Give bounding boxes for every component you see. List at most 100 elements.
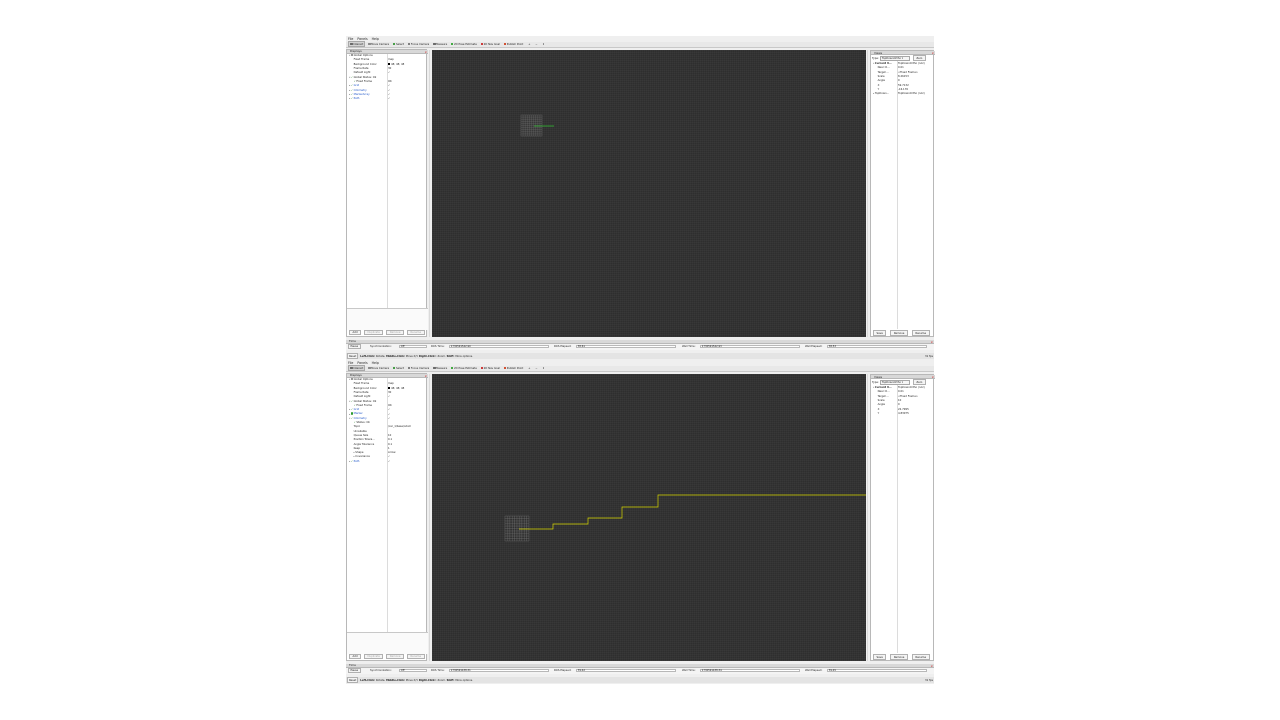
wall-time-field[interactable]: 1730591542.93	[700, 344, 800, 349]
ros-time-field[interactable]: 1730591542.90	[449, 344, 549, 349]
menu-panels[interactable]: Panels	[357, 37, 367, 41]
tree-value[interactable]: 10	[388, 434, 391, 437]
tool-options-icon[interactable]: ↕	[541, 42, 546, 46]
tree-value[interactable]: 1	[388, 447, 390, 450]
tool-measure[interactable]: Measure	[432, 366, 448, 370]
tree-value[interactable]: ✓	[388, 93, 390, 96]
tree-value[interactable]: Arrow	[388, 451, 396, 454]
rename-display-button[interactable]: Rename	[406, 329, 425, 336]
tree-value[interactable]: TopDownOrtho (rviz)	[898, 386, 925, 389]
add-tool-icon[interactable]: +	[527, 366, 532, 370]
tree-value[interactable]: 10	[898, 399, 901, 402]
sync-select[interactable]: Off	[399, 668, 427, 673]
duplicate-display-button[interactable]: Duplicate	[364, 329, 384, 336]
tree-value[interactable]: 48; 48; 48	[388, 386, 404, 390]
tree-value[interactable]: map	[388, 58, 394, 61]
tree-value[interactable]: ✓	[388, 395, 390, 398]
tool-interact[interactable]: Interact	[348, 41, 366, 47]
reset-button[interactable]: Reset	[347, 353, 359, 359]
add-display-button[interactable]: Add	[349, 329, 362, 336]
tool-interact[interactable]: Interact	[348, 365, 366, 371]
tree-value[interactable]: 30	[388, 67, 391, 70]
tree-value[interactable]: TopDownOrtho (rviz)	[898, 62, 925, 65]
tool-publish-point[interactable]: Publish Point	[503, 366, 525, 370]
tool-options-icon[interactable]: ↕	[541, 366, 546, 370]
menu-help[interactable]: Help	[372, 37, 379, 41]
right-splitter[interactable]	[867, 50, 868, 337]
tree-value[interactable]: <Fixed Frame>	[898, 395, 918, 398]
tree-value[interactable]: 0.01	[898, 66, 904, 69]
tool-camera[interactable]: Move Camera	[367, 366, 390, 370]
menu-help[interactable]: Help	[372, 361, 379, 365]
tool-pose-estimate[interactable]: 2D Pose Estimate	[450, 366, 478, 370]
wall-time-field[interactable]: 1730591438.34	[700, 668, 800, 673]
tree-value[interactable]: OK	[388, 404, 392, 407]
view-type-select[interactable]: TopDownOrtho ▾	[879, 379, 910, 385]
tool-measure[interactable]: Measure	[432, 42, 448, 46]
remove-tool-icon[interactable]: −	[534, 42, 539, 46]
save-view-button[interactable]: Save	[873, 330, 887, 336]
tool-publish-point[interactable]: Publish Point	[503, 42, 525, 46]
tree-value[interactable]: ✓	[388, 455, 390, 458]
tree-row[interactable]: Y 4.83075	[871, 411, 935, 415]
tool-select[interactable]: Select	[392, 42, 405, 46]
tree-value[interactable]: <Fixed Frame>	[898, 71, 918, 74]
tree-row[interactable]: ▸TopDown... TopDownOrtho (rviz)	[871, 92, 935, 96]
close-icon[interactable]: ×	[931, 375, 934, 379]
ros-time-field[interactable]: 1730591438.31	[449, 668, 549, 673]
tool-nav-goal[interactable]: 2D Nav Goal	[479, 366, 501, 370]
pause-button[interactable]: Pause	[348, 667, 361, 674]
tree-value[interactable]: 0.1	[388, 443, 392, 446]
tool-focus[interactable]: Focus Camera	[407, 42, 431, 46]
ros-elapsed-field[interactable]: 38.61	[576, 344, 676, 349]
left-splitter[interactable]	[428, 50, 430, 337]
remove-display-button[interactable]: Remove	[386, 653, 404, 660]
tree-value[interactable]: 59.7132	[898, 84, 909, 87]
remove-view-button[interactable]: Remove	[890, 654, 908, 660]
tree-value[interactable]: 0.1	[388, 438, 392, 441]
tree-value[interactable]: ✓	[388, 84, 390, 87]
tree-value[interactable]: 0	[898, 403, 900, 406]
tool-select[interactable]: Select	[392, 366, 405, 370]
tree-value[interactable]: ✓	[388, 417, 390, 420]
ros-elapsed-field[interactable]: 39.42	[576, 668, 676, 673]
add-tool-icon[interactable]: +	[527, 42, 532, 46]
view-type-select[interactable]: TopDownOrtho ▾	[879, 55, 910, 61]
tree-value[interactable]: /car_1/base/odom	[388, 425, 411, 428]
pause-button[interactable]: Pause	[348, 343, 361, 350]
zero-button[interactable]: Zero	[912, 379, 926, 386]
tool-pose-estimate[interactable]: 2D Pose Estimate	[450, 42, 478, 46]
wall-elapsed-field[interactable]: 39.45	[827, 668, 927, 673]
rename-display-button[interactable]: Rename	[406, 653, 425, 660]
tree-value[interactable]: map	[388, 382, 394, 385]
tree-value[interactable]: 8.26153	[898, 75, 909, 78]
rename-view-button[interactable]: Rename	[911, 330, 930, 336]
tree-row[interactable]: ▸✓Path ✓	[347, 96, 428, 100]
tree-value[interactable]: ✓	[388, 460, 390, 463]
add-display-button[interactable]: Add	[349, 653, 362, 660]
tree-value[interactable]: ✓	[388, 71, 390, 74]
tree-value[interactable]: -16.176	[898, 88, 908, 91]
close-icon[interactable]: ×	[931, 51, 934, 55]
right-splitter[interactable]	[867, 374, 868, 661]
duplicate-display-button[interactable]: Duplicate	[364, 653, 384, 660]
tree-value[interactable]: OK	[388, 80, 392, 83]
tool-nav-goal[interactable]: 2D Nav Goal	[479, 42, 501, 46]
tool-focus[interactable]: Focus Camera	[407, 366, 431, 370]
remove-tool-icon[interactable]: −	[534, 366, 539, 370]
tree-value[interactable]: 48; 48; 48	[388, 62, 404, 66]
tree-row[interactable]: ▸✓Path ✓	[347, 459, 428, 463]
tool-camera[interactable]: Move Camera	[367, 42, 390, 46]
render-viewport[interactable]	[431, 50, 866, 337]
remove-view-button[interactable]: Remove	[890, 330, 908, 336]
tree-value[interactable]: ✓	[388, 97, 390, 100]
reset-button[interactable]: Reset	[347, 677, 359, 683]
save-view-button[interactable]: Save	[873, 654, 887, 660]
wall-elapsed-field[interactable]: 38.53	[827, 344, 927, 349]
tree-value[interactable]: ✓	[388, 413, 390, 416]
tree-value[interactable]: ✓	[388, 408, 390, 411]
tree-value[interactable]: TopDownOrtho (rviz)	[898, 92, 925, 95]
sync-select[interactable]: Off	[399, 344, 427, 349]
tree-value[interactable]: 0	[898, 79, 900, 82]
left-splitter[interactable]	[428, 374, 430, 661]
